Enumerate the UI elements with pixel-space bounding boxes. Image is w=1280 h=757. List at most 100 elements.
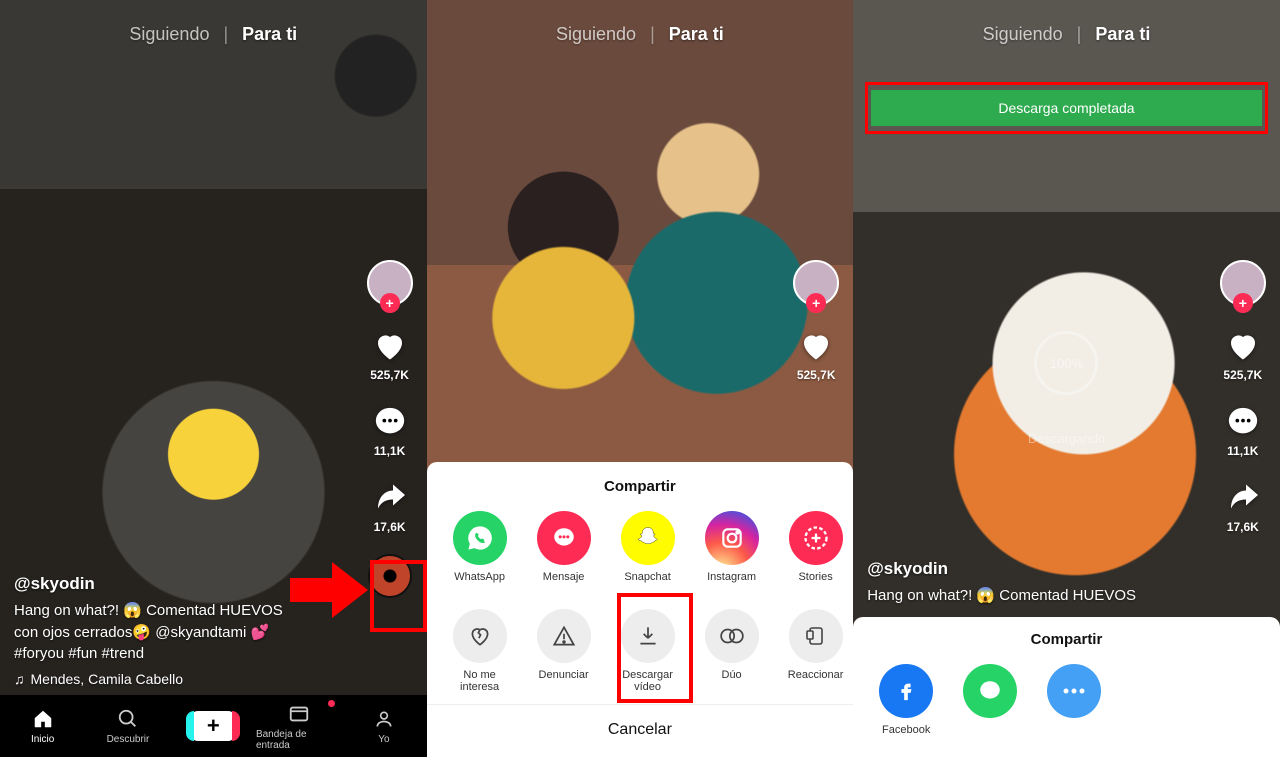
search-icon — [115, 707, 141, 731]
caption: @skyodin Hang on what?! 😱 Comentad HUEVO… — [14, 574, 337, 687]
share-snapchat[interactable]: Snapchat — [613, 511, 683, 595]
comment-count: 11,1K — [1227, 444, 1258, 458]
comment-icon — [370, 402, 410, 442]
action-rail: + 525,7K — [793, 260, 839, 382]
action-rail: + 525,7K 11,1K 17,6K — [367, 260, 413, 598]
comment-button[interactable]: 11,1K — [1223, 402, 1263, 458]
screenshot-3: Siguiendo | Para ti Descarga completada … — [853, 0, 1280, 757]
like-button[interactable]: 525,7K — [1223, 326, 1263, 382]
nav-yo[interactable]: Yo — [341, 707, 426, 745]
avatar[interactable]: + — [793, 260, 839, 306]
nav-inicio[interactable]: Inicio — [0, 707, 85, 745]
tab-for-you[interactable]: Para ti — [669, 24, 724, 45]
caption-user[interactable]: @skyodin — [14, 574, 337, 594]
heart-icon — [1223, 326, 1263, 366]
feed-tabs: Siguiendo | Para ti — [0, 24, 427, 45]
share-title: Compartir — [427, 472, 854, 507]
nav-create[interactable]: + — [171, 711, 256, 741]
tab-following[interactable]: Siguiendo — [983, 24, 1063, 45]
nav-bandeja[interactable]: Bandeja de entrada — [256, 702, 341, 751]
avatar[interactable]: + — [367, 260, 413, 306]
share-label: WhatsApp — [454, 571, 505, 595]
follow-icon[interactable]: + — [1233, 293, 1253, 313]
caption: @skyodin Hang on what?! 😱 Comentad HUEVO… — [867, 559, 1190, 607]
share-count: 17,6K — [374, 520, 406, 534]
share-label: Instagram — [707, 571, 756, 595]
share-icon — [370, 478, 410, 518]
share-more[interactable] — [1039, 664, 1109, 748]
tab-separator: | — [650, 24, 655, 45]
action-duo[interactable]: Dúo — [697, 609, 767, 694]
heart-icon — [796, 326, 836, 366]
share-sheet-small: Compartir Facebook — [853, 617, 1280, 757]
like-button[interactable]: 525,7K — [370, 326, 410, 382]
annotation-arrow-icon — [290, 562, 368, 622]
cancel-button[interactable]: Cancelar — [427, 704, 854, 757]
stories-icon — [789, 511, 843, 565]
share-stories[interactable]: Stories — [781, 511, 851, 595]
like-button[interactable]: 525,7K — [796, 326, 836, 382]
sms-icon — [963, 664, 1017, 718]
share-whatsapp[interactable]: WhatsApp — [445, 511, 515, 595]
caption-hashtags[interactable]: #foryou #fun #trend — [14, 643, 337, 665]
instagram-icon — [705, 511, 759, 565]
share-title: Compartir — [853, 625, 1280, 660]
share-label: Facebook — [882, 724, 930, 748]
nav-descubrir-label: Descubrir — [107, 734, 150, 745]
download-complete-text: Descarga completada — [998, 100, 1134, 116]
tab-for-you[interactable]: Para ti — [242, 24, 297, 45]
share-sms[interactable] — [955, 664, 1025, 748]
music-disc-icon[interactable] — [368, 554, 412, 598]
share-label: No me interesa — [445, 669, 515, 694]
nav-bandeja-label: Bandeja de entrada — [256, 729, 341, 751]
share-mensaje[interactable]: Mensaje — [529, 511, 599, 595]
follow-icon[interactable]: + — [380, 293, 400, 313]
action-denunciar[interactable]: Denunciar — [529, 609, 599, 694]
share-label: Reaccionar — [788, 669, 844, 693]
share-facebook[interactable]: Facebook — [871, 664, 941, 748]
avatar[interactable]: + — [1220, 260, 1266, 306]
action-nome[interactable]: No me interesa — [445, 609, 515, 694]
caption-line-1: Hang on what?! 😱 Comentad HUEVOS — [867, 585, 1190, 607]
screenshot-1: Siguiendo | Para ti + 525,7K 11,1K 17,6K… — [0, 0, 427, 757]
feed-tabs: Siguiendo | Para ti — [427, 24, 854, 45]
follow-icon[interactable]: + — [806, 293, 826, 313]
action-descargar[interactable]: Descargar vídeo — [613, 609, 683, 694]
music-note-icon: ♫ — [14, 671, 25, 687]
download-progress-label: Descargando — [1028, 431, 1105, 446]
whatsapp-icon — [453, 511, 507, 565]
download-progress-text: 100% — [1050, 356, 1083, 371]
comment-icon — [1223, 402, 1263, 442]
action-reaccionar[interactable]: Reaccionar — [781, 609, 851, 694]
caption-line-2: con ojos cerrados🤪 @skyandtami 💕 — [14, 622, 337, 644]
share-instagram[interactable]: Instagram — [697, 511, 767, 595]
download-complete-banner: Descarga completada — [871, 90, 1262, 126]
profile-icon — [371, 707, 397, 731]
heart-broken-icon — [453, 609, 507, 663]
inbox-icon — [286, 702, 312, 726]
tab-for-you[interactable]: Para ti — [1095, 24, 1150, 45]
download-progress-circle: 100% — [1034, 331, 1098, 395]
nav-descubrir[interactable]: Descubrir — [85, 707, 170, 745]
music-row[interactable]: ♫ Mendes, Camila Cabello — [14, 671, 337, 687]
tab-following[interactable]: Siguiendo — [556, 24, 636, 45]
warning-icon — [537, 609, 591, 663]
music-text: Mendes, Camila Cabello — [31, 671, 184, 687]
caption-user[interactable]: @skyodin — [867, 559, 1190, 579]
more-icon — [1047, 664, 1101, 718]
share-label: Stories — [798, 571, 832, 595]
share-button[interactable]: 17,6K — [370, 478, 410, 534]
tab-separator: | — [223, 24, 228, 45]
share-icon — [1223, 478, 1263, 518]
comment-button[interactable]: 11,1K — [370, 402, 410, 458]
share-label: Descargar vídeo — [613, 669, 683, 694]
share-sheet: Compartir WhatsApp Mensaje Snapchat Inst… — [427, 462, 854, 757]
caption-line-1: Hang on what?! 😱 Comentad HUEVOS — [14, 600, 337, 622]
share-button[interactable]: 17,6K — [1223, 478, 1263, 534]
share-count: 17,6K — [1227, 520, 1259, 534]
message-icon — [537, 511, 591, 565]
share-label: Snapchat — [624, 571, 670, 595]
action-rail: + 525,7K 11,1K 17,6K — [1220, 260, 1266, 534]
tab-following[interactable]: Siguiendo — [129, 24, 209, 45]
facebook-icon — [879, 664, 933, 718]
